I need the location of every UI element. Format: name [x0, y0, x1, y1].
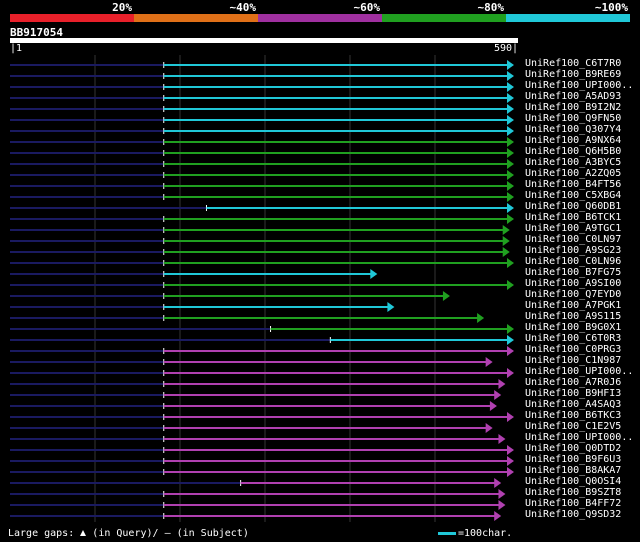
hit-arrowhead — [507, 412, 514, 422]
hit-arrowhead — [498, 379, 506, 389]
hit-label[interactable]: UniRef100_B9I2N2 — [525, 102, 621, 113]
hit-label[interactable]: UniRef100_A7R0J6 — [525, 377, 621, 388]
hit-label[interactable]: UniRef100_Q60DB1 — [525, 201, 621, 212]
hit-arrowhead — [494, 390, 502, 400]
hit-label[interactable]: UniRef100_Q9SD32 — [525, 509, 621, 520]
hit-label[interactable]: UniRef100_C1E2V5 — [525, 421, 621, 432]
hit-label[interactable]: UniRef100_Q0OSI4 — [525, 476, 621, 487]
in-query-label: (in Query)/ — [92, 528, 159, 539]
hit-label[interactable]: UniRef100_UPI000.. — [525, 432, 633, 443]
hit-arrowhead — [507, 82, 514, 92]
hit-arrowhead — [387, 302, 395, 312]
hit-label[interactable]: UniRef100_A9NX64 — [525, 135, 621, 146]
hit-arrowhead — [502, 225, 510, 235]
hit-label[interactable]: UniRef100_B9RE69 — [525, 69, 621, 80]
hit-label[interactable]: UniRef100_Q0DTD2 — [525, 443, 621, 454]
hit-arrowhead — [507, 258, 514, 268]
hit-label[interactable]: UniRef100_Q307Y4 — [525, 124, 621, 135]
hit-arrowhead — [507, 93, 514, 103]
hit-arrowhead — [507, 71, 514, 81]
hit-arrowhead — [507, 324, 514, 334]
hit-arrowhead — [498, 489, 506, 499]
hit-arrowhead — [507, 445, 514, 455]
hit-arrowhead — [507, 60, 514, 70]
hit-arrowhead — [507, 159, 514, 169]
hit-arrowhead — [498, 500, 506, 510]
hit-arrowhead — [489, 401, 497, 411]
hit-label[interactable]: UniRef100_B8AKA7 — [525, 465, 621, 476]
hit-arrowhead — [507, 192, 514, 202]
hit-arrowhead — [507, 456, 514, 466]
hit-arrowhead — [507, 115, 514, 125]
hit-label[interactable]: UniRef100_A5AD93 — [525, 91, 621, 102]
hit-arrowhead — [498, 434, 506, 444]
hit-label[interactable]: UniRef100_B9G0X1 — [525, 322, 621, 333]
hit-arrowhead — [507, 368, 514, 378]
hit-arrowhead — [507, 214, 514, 224]
hit-arrowhead — [507, 104, 514, 114]
hit-label[interactable]: UniRef100_C0PRG3 — [525, 344, 621, 355]
hit-label[interactable]: UniRef100_A9TGC1 — [525, 223, 621, 234]
hit-label[interactable]: UniRef100_B9SZT8 — [525, 487, 621, 498]
triangle-up-icon — [80, 530, 87, 536]
hit-arrowhead — [502, 247, 510, 257]
hit-label[interactable]: UniRef100_Q7EYD0 — [525, 289, 621, 300]
hit-arrowhead — [507, 126, 514, 136]
hit-label[interactable]: UniRef100_B4FT56 — [525, 179, 621, 190]
hit-arrowhead — [507, 335, 514, 345]
hit-arrowhead — [442, 291, 450, 301]
hit-label[interactable]: UniRef100_A9S115 — [525, 311, 621, 322]
hit-label[interactable]: UniRef100_B6TCK1 — [525, 212, 621, 223]
hit-arrowhead — [485, 423, 493, 433]
hit-arrowhead — [485, 357, 493, 367]
hit-label[interactable]: UniRef100_UPI000.. — [525, 366, 633, 377]
hit-label[interactable]: UniRef100_B9F6U3 — [525, 454, 621, 465]
hit-label[interactable]: UniRef100_UPI000.. — [525, 80, 633, 91]
hit-arrowhead — [507, 467, 514, 477]
hit-arrowhead — [370, 269, 378, 279]
in-subject-label: – (in Subject) — [164, 528, 249, 539]
hit-label[interactable]: UniRef100_B4FF72 — [525, 498, 621, 509]
large-gaps-legend: Large gaps: (in Query)/ – (in Subject) — [8, 528, 249, 539]
hit-arrowhead — [494, 478, 502, 488]
hit-label[interactable]: UniRef100_A4SAQ3 — [525, 399, 621, 410]
hit-label[interactable]: UniRef100_C0LN96 — [525, 256, 621, 267]
hit-label[interactable]: UniRef100_C5XBG4 — [525, 190, 621, 201]
hit-arrowhead — [507, 137, 514, 147]
scale-label: =100char. — [458, 528, 513, 539]
hit-label[interactable]: UniRef100_A9SG23 — [525, 245, 621, 256]
hit-label[interactable]: UniRef100_A7PGK1 — [525, 300, 621, 311]
hit-arrowhead — [507, 148, 514, 158]
hit-arrowhead — [507, 280, 514, 290]
hit-label[interactable]: UniRef100_B9HFI3 — [525, 388, 621, 399]
scale-legend: =100char. — [438, 528, 512, 539]
hit-label[interactable]: UniRef100_A2ZQ05 — [525, 168, 621, 179]
hit-label[interactable]: UniRef100_A3BYC5 — [525, 157, 621, 168]
hit-arrowhead — [507, 346, 514, 356]
hit-label[interactable]: UniRef100_C0LN97 — [525, 234, 621, 245]
hit-label[interactable]: UniRef100_Q6H5B0 — [525, 146, 621, 157]
hit-label[interactable]: UniRef100_B7FG75 — [525, 267, 621, 278]
hit-label[interactable]: UniRef100_C1N987 — [525, 355, 621, 366]
hit-arrowhead — [502, 236, 510, 246]
hit-label[interactable]: UniRef100_C6T0R3 — [525, 333, 621, 344]
hit-arrowhead — [507, 181, 514, 191]
hit-label[interactable]: UniRef100_C6T7R0 — [525, 58, 621, 69]
large-gaps-prefix: Large gaps: — [8, 528, 75, 539]
hit-arrowhead — [507, 170, 514, 180]
scale-line-icon — [438, 531, 456, 535]
hit-label[interactable]: UniRef100_Q9FN50 — [525, 113, 621, 124]
hit-label[interactable]: UniRef100_A9SI00 — [525, 278, 621, 289]
hit-arrowhead — [477, 313, 485, 323]
hit-label[interactable]: UniRef100_B6TKC3 — [525, 410, 621, 421]
hit-arrowhead — [507, 203, 514, 213]
hit-arrowhead — [494, 511, 502, 521]
